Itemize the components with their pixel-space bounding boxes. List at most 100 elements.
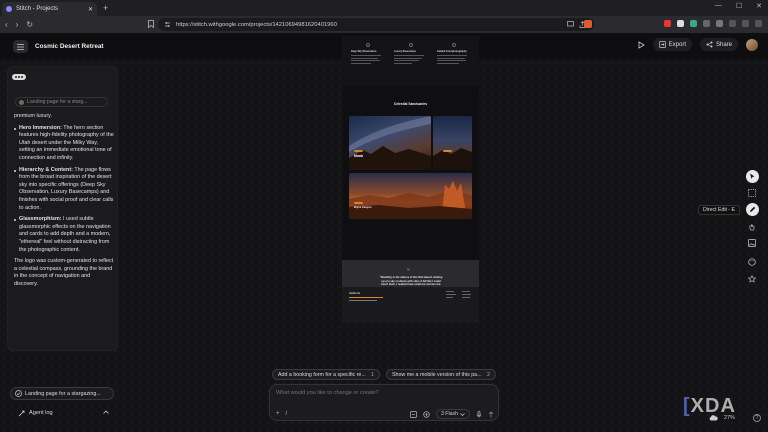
list-item: Glassmorphism: I used subtle glassmorphi… <box>14 216 114 254</box>
add-attachment-icon[interactable]: + <box>276 411 280 417</box>
destination-card[interactable] <box>433 116 472 170</box>
favorite-tool[interactable] <box>746 272 759 285</box>
text-line <box>437 62 459 64</box>
prompt-composer: + / 3 Flash <box>269 384 499 421</box>
agent-log-label: Agent log <box>29 410 53 416</box>
theme-tool[interactable] <box>746 255 759 268</box>
feature-icon <box>452 43 456 47</box>
design-preview-frame[interactable]: Deep Sky Observation Luxury Basecamps Gu… <box>342 36 479 323</box>
more-options-icon[interactable] <box>12 74 26 80</box>
tab-close-icon[interactable]: ✕ <box>88 6 93 13</box>
sidebar-toggle-icon[interactable] <box>716 20 723 27</box>
desert-night-image <box>433 148 472 170</box>
send-icon[interactable] <box>488 410 494 418</box>
window-controls: — ☐ ✕ <box>715 2 762 10</box>
bookmark-icon[interactable] <box>148 20 154 28</box>
microphone-icon[interactable] <box>476 410 482 418</box>
agent-log-toggle[interactable]: Agent log <box>10 405 113 421</box>
footer-links-column <box>462 291 471 300</box>
image-icon <box>748 239 756 248</box>
screen-thumbnail-icon <box>19 99 24 105</box>
message-lead: premium luxury. <box>14 113 52 119</box>
suggestion-number: 2 <box>487 371 490 378</box>
preview-footer: Aetheris <box>342 287 479 323</box>
brave-shield-icon[interactable] <box>584 20 592 28</box>
share-label: Share <box>715 41 732 48</box>
tag-badge <box>443 150 452 152</box>
cursor-icon <box>749 173 754 179</box>
feature-column: Deep Sky Observation <box>351 43 385 65</box>
palette-icon <box>748 258 756 266</box>
model-selector[interactable]: 3 Flash <box>435 409 470 419</box>
close-window-icon[interactable]: ✕ <box>756 2 762 10</box>
url-text: https://stitch.withgoogle.com/projects/1… <box>176 21 337 28</box>
text-line <box>394 55 424 57</box>
forward-icon[interactable]: › <box>16 20 19 29</box>
feature-icon <box>409 43 413 47</box>
destination-card[interactable]: Moab <box>349 116 431 170</box>
browser-menu-icon[interactable] <box>755 20 762 27</box>
extension-puzzle-icon[interactable] <box>703 20 710 27</box>
footer-tagline <box>349 297 383 299</box>
prompt-input[interactable] <box>276 390 486 396</box>
chevron-down-icon <box>460 412 465 416</box>
media-icon[interactable] <box>742 20 749 27</box>
select-tool[interactable] <box>745 170 759 183</box>
feature-title: Guided Astrophotography <box>437 50 467 53</box>
extensions-area <box>664 20 762 27</box>
direct-edit-tool[interactable] <box>745 203 759 217</box>
reload-icon[interactable]: ↻ <box>26 20 33 29</box>
screen-select-icon[interactable] <box>410 410 417 418</box>
extension-red-icon[interactable] <box>664 20 671 27</box>
share-button[interactable]: Share <box>699 38 738 51</box>
check-circle-icon <box>15 390 22 397</box>
chat-panel: Landing page for a starg... premium luxu… <box>7 66 118 351</box>
user-avatar[interactable] <box>746 38 758 51</box>
site-settings-icon[interactable] <box>164 21 171 28</box>
menu-button[interactable] <box>13 40 28 53</box>
extension-green-icon[interactable] <box>690 20 697 27</box>
suggestion-label: Add a booking form for a specific re... <box>278 371 366 378</box>
sparkle-icon[interactable] <box>423 410 430 418</box>
help-icon[interactable]: ? <box>753 414 761 422</box>
play-preview-icon[interactable] <box>637 40 645 49</box>
back-icon[interactable]: ‹ <box>5 20 8 29</box>
new-tab-icon[interactable]: + <box>103 3 108 13</box>
maximize-icon[interactable]: ☐ <box>736 2 742 10</box>
pencil-icon <box>749 207 755 213</box>
zoom-level[interactable]: 27% <box>724 415 735 421</box>
slash-command-icon[interactable]: / <box>286 411 288 417</box>
model-label: 3 Flash <box>440 411 458 417</box>
section-title: Celestial Sanctuaries <box>393 102 428 106</box>
downloads-icon[interactable] <box>729 20 736 27</box>
export-label: Export <box>668 41 686 48</box>
browser-tab[interactable]: Stitch - Projects ✕ <box>2 2 97 16</box>
minimize-icon[interactable]: — <box>715 2 722 10</box>
suggestion-chip[interactable]: Show me a mobile version of this pa... 2 <box>386 369 496 380</box>
text-line <box>394 60 419 62</box>
cast-icon[interactable] <box>567 21 574 27</box>
context-chip[interactable]: Landing page for a stargazing... <box>10 387 114 400</box>
star-icon <box>748 274 756 283</box>
pan-tool[interactable] <box>746 220 759 233</box>
export-button[interactable]: Export <box>652 38 692 51</box>
url-field[interactable]: https://stitch.withgoogle.com/projects/1… <box>158 18 594 31</box>
extension-notion-icon[interactable] <box>677 20 684 27</box>
share-icon <box>706 41 713 48</box>
footer-text-line <box>349 300 377 302</box>
suggestion-chip[interactable]: Add a booking form for a specific re... … <box>272 369 380 380</box>
card-label: Bryce Canyon <box>354 206 372 209</box>
quote-icon: ❝ <box>407 268 410 274</box>
image-tool[interactable] <box>746 237 759 250</box>
list-item: Hierarchy & Content: The page flows from… <box>14 167 114 213</box>
text-line <box>394 57 422 59</box>
feature-icon <box>366 43 370 47</box>
project-title: Cosmic Desert Retreat <box>35 43 104 50</box>
marquee-tool[interactable] <box>746 187 759 200</box>
message-closing: The logo was custom-generated to reflect… <box>14 258 114 287</box>
referenced-screen-tag[interactable]: Landing page for a starg... <box>15 97 108 107</box>
suggestion-label: Show me a mobile version of this pa... <box>392 371 482 378</box>
list-item: Hero Immersion: The hero section feature… <box>14 125 114 163</box>
marquee-icon <box>748 189 756 198</box>
destination-card[interactable]: Bryce Canyon <box>349 173 472 219</box>
